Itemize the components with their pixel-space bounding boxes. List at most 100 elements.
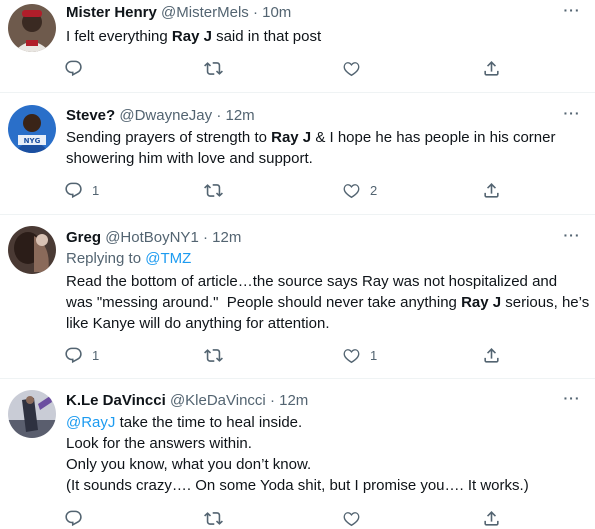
text-segment: said in that post (211, 28, 322, 45)
replying-to-label: Replying to (66, 250, 146, 267)
text-segment: & I hope he has people in his corner (311, 129, 556, 146)
like-button[interactable]: 1 (342, 344, 377, 366)
text-segment: I felt everything (66, 28, 172, 45)
heart-icon (343, 183, 360, 198)
more-options-icon[interactable]: ··· (561, 3, 583, 24)
heart-icon (343, 348, 360, 363)
more-options-icon[interactable]: ··· (561, 228, 583, 249)
tweet-text-line: like Kanye will do anything for attentio… (66, 313, 586, 334)
tweet-text-line: I felt everything Ray J said in that pos… (66, 26, 586, 47)
tweet-text-line: (It sounds crazy…. On some Yoda shit, bu… (66, 475, 586, 496)
retweet-button[interactable] (204, 179, 232, 201)
reply-icon (65, 510, 82, 526)
tweet[interactable]: Greg @HotBoyNY1 · 12m ··· Replying to @T… (0, 215, 595, 379)
reply-button[interactable] (64, 57, 92, 79)
action-bar (60, 57, 510, 79)
tweet-text-line: was "messing around." People should neve… (66, 292, 589, 313)
action-bar (60, 507, 510, 529)
tweet-text: Read the bottom of article…the source sa… (66, 271, 589, 334)
share-icon (484, 510, 499, 526)
display-name[interactable]: Mister Henry (66, 4, 157, 21)
mention-link[interactable]: @RayJ (66, 414, 115, 431)
action-bar: 1 1 (60, 344, 510, 366)
tweet-text-line: Sending prayers of strength to Ray J & I… (66, 127, 586, 148)
replying-to: Replying to @TMZ (66, 249, 191, 269)
highlighted-keyword: Ray J (171, 28, 212, 45)
separator-dot: · (252, 4, 258, 21)
share-icon (484, 182, 499, 198)
share-button[interactable] (482, 179, 501, 201)
reply-icon (65, 60, 82, 76)
display-name[interactable]: Greg (66, 229, 101, 246)
tweet-text-line: Look for the answers within. (66, 433, 586, 454)
retweet-icon (204, 61, 223, 75)
retweet-button[interactable] (204, 344, 232, 366)
tweet-text-line: @RayJ take the time to heal inside. (66, 412, 586, 433)
share-button[interactable] (482, 57, 501, 79)
like-button[interactable]: 2 (342, 179, 377, 201)
timestamp[interactable]: 12m (212, 229, 241, 246)
retweet-icon (204, 183, 223, 197)
tweet-header: K.Le DaVincci @KleDaVincci · 12m (66, 391, 308, 411)
tweet-text: I felt everything Ray J said in that pos… (66, 26, 586, 47)
avatar[interactable] (8, 226, 56, 274)
share-icon (484, 347, 499, 363)
display-name[interactable]: K.Le DaVincci (66, 392, 166, 409)
reply-count: 1 (92, 347, 100, 363)
tweet-header: Steve? @DwayneJay · 12m (66, 106, 255, 126)
reply-button[interactable] (64, 507, 92, 529)
heart-icon (343, 61, 360, 76)
tweet-header: Greg @HotBoyNY1 · 12m (66, 228, 241, 248)
retweet-button[interactable] (204, 507, 232, 529)
share-button[interactable] (482, 344, 501, 366)
action-bar: 1 2 (60, 179, 510, 201)
like-button[interactable] (342, 57, 370, 79)
tweet-text: @RayJ take the time to heal inside. Look … (66, 412, 586, 496)
highlighted-keyword: Ray J (271, 129, 312, 146)
more-options-icon[interactable]: ··· (561, 391, 583, 412)
tweet-text-line: showering him with love and support. (66, 148, 586, 169)
share-icon (484, 60, 499, 76)
text-segment: take the time to heal inside. (115, 414, 303, 431)
text-segment: was "messing around." People should neve… (66, 294, 462, 311)
reply-button[interactable]: 1 (64, 179, 99, 201)
retweet-icon (204, 511, 223, 525)
share-button[interactable] (482, 507, 501, 529)
heart-icon (343, 511, 360, 526)
text-segment: Read the bottom of article…the source sa… (66, 273, 558, 290)
timestamp[interactable]: 10m (262, 4, 291, 21)
tweet[interactable]: Mister Henry @MisterMels · 10m ··· I fel… (0, 0, 595, 93)
retweet-icon (204, 348, 223, 362)
avatar[interactable] (8, 390, 56, 438)
text-segment: Only you know, what you don’t know. (66, 456, 312, 473)
display-name[interactable]: Steve? (66, 107, 115, 124)
user-handle[interactable]: @DwayneJay (119, 107, 212, 124)
tweet-header: Mister Henry @MisterMels · 10m (66, 3, 291, 23)
text-segment: like Kanye will do anything for attentio… (66, 315, 330, 332)
highlighted-keyword: Ray J (461, 294, 502, 311)
reply-button[interactable]: 1 (64, 344, 99, 366)
like-count: 1 (370, 347, 378, 363)
avatar[interactable]: NYG (8, 105, 56, 153)
tweet[interactable]: NYG Steve? @DwayneJay · 12m ··· Sending … (0, 93, 595, 215)
reply-count: 1 (92, 182, 100, 198)
user-handle[interactable]: @KleDaVincci (170, 392, 266, 409)
like-count: 2 (370, 182, 378, 198)
timestamp[interactable]: 12m (279, 392, 308, 409)
user-handle[interactable]: @HotBoyNY1 (105, 229, 199, 246)
separator-dot: · (202, 229, 208, 246)
svg-text:NYG: NYG (24, 137, 41, 145)
like-button[interactable] (342, 507, 370, 529)
tweet[interactable]: K.Le DaVincci @KleDaVincci · 12m ··· @Ra… (0, 379, 595, 529)
avatar[interactable] (8, 4, 56, 52)
text-segment: (It sounds crazy…. On some Yoda shit, bu… (66, 477, 529, 494)
more-options-icon[interactable]: ··· (561, 106, 583, 127)
mention-link[interactable]: @TMZ (145, 250, 191, 267)
retweet-button[interactable] (204, 57, 232, 79)
tweet-text-line: Only you know, what you don’t know. (66, 454, 586, 475)
timestamp[interactable]: 12m (225, 107, 254, 124)
separator-dot: · (216, 107, 222, 124)
text-segment: Sending prayers of strength to (66, 129, 272, 146)
text-segment: Look for the answers within. (66, 435, 252, 452)
user-handle[interactable]: @MisterMels (161, 4, 249, 21)
